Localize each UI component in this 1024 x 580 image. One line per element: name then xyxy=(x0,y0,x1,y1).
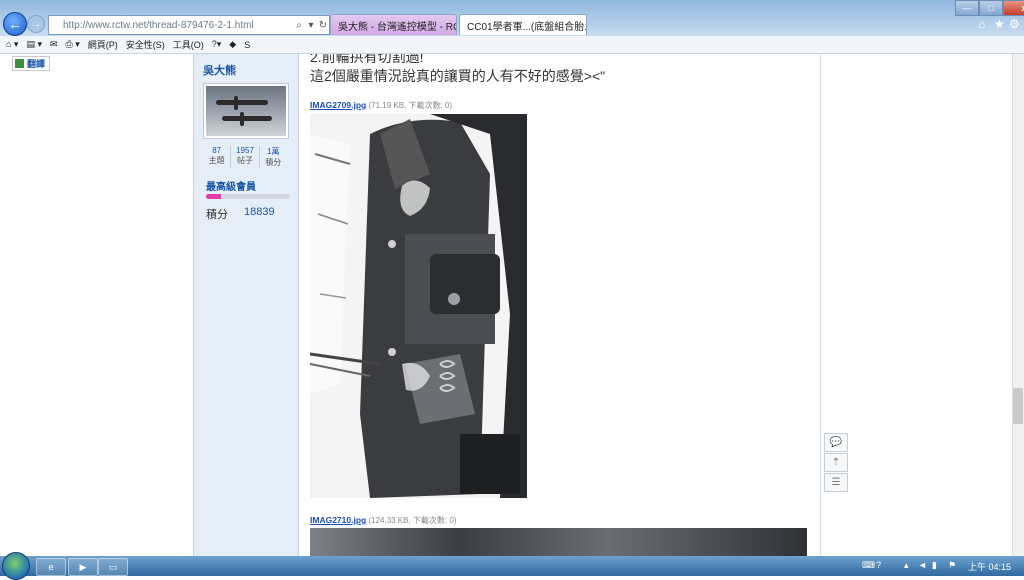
maximize-button[interactable]: □ xyxy=(979,0,1003,16)
rank-progress-bar xyxy=(206,194,290,199)
window-controls: — □ x xyxy=(955,0,1024,16)
forward-button[interactable]: → xyxy=(27,15,45,33)
points-value: 18839 xyxy=(244,206,275,218)
translate-button[interactable]: 翻譯 xyxy=(12,56,50,71)
avatar-plane-wing xyxy=(240,112,244,126)
stat-value: 87 xyxy=(212,146,222,155)
home-small-icon[interactable]: ⌂ ▾ xyxy=(6,39,18,50)
avatar-plane xyxy=(216,100,268,105)
avatar-plane-wing xyxy=(234,96,238,110)
page-menu[interactable]: 網頁(P) xyxy=(88,38,118,51)
attachment-photo-1[interactable] xyxy=(310,114,527,498)
skype-icon[interactable]: S xyxy=(244,40,250,50)
folder-icon: ▭ xyxy=(108,561,118,572)
back-button[interactable]: ← xyxy=(3,12,27,36)
stat-points[interactable]: 1萬 積分 xyxy=(260,146,287,168)
attachment-meta: (124.33 KB, 下載次數: 0) xyxy=(368,516,457,525)
user-stats: 87 主題 1957 帖子 1萬 積分 xyxy=(203,146,287,168)
tab-1[interactable]: 吳大熊 - 台灣遙控模型 - RC T... xyxy=(330,14,457,35)
tab-2-label: CC01學者軍...(底盤組合胎... xyxy=(467,21,587,33)
print-icon[interactable]: ⎙ ▾ xyxy=(66,39,80,50)
help-icon[interactable]: ?▾ xyxy=(212,39,222,50)
volume-icon[interactable]: ◄ xyxy=(918,560,927,570)
taskbar-explorer[interactable]: ▭ xyxy=(98,558,128,576)
stat-value: 1957 xyxy=(236,146,254,155)
dropdown-icon[interactable]: ▾ xyxy=(305,20,317,31)
comment-icon: 💬 xyxy=(829,437,843,448)
network-icon[interactable]: ▮ xyxy=(932,560,937,571)
arrow-left-icon: ← xyxy=(8,16,22,32)
refresh-icon[interactable]: ↻ xyxy=(317,20,329,31)
attachment-link[interactable]: IMAG2710.jpg xyxy=(310,515,366,525)
avatar-plane xyxy=(222,116,272,121)
action-center-icon[interactable]: ⚑ xyxy=(948,560,956,571)
search-icon[interactable]: ⌕ xyxy=(293,20,305,31)
clock[interactable]: 上午 04:15 xyxy=(968,560,1011,573)
list-float-button[interactable]: ☰ xyxy=(824,473,848,492)
translate-label: 翻譯 xyxy=(27,59,46,69)
stat-value: 1萬 xyxy=(267,147,280,156)
help-tray-icon[interactable]: ? xyxy=(876,560,881,570)
stat-topics[interactable]: 87 主題 xyxy=(203,146,232,168)
content-divider xyxy=(820,54,821,556)
attachment-1: IMAG2709.jpg (71.19 KB, 下載次數: 0) xyxy=(310,100,452,111)
username[interactable]: 吳大熊 xyxy=(203,62,236,78)
user-rank[interactable]: 最高級會員 xyxy=(206,178,256,193)
taskbar-media-player[interactable]: ▶ xyxy=(68,558,98,576)
ie-icon: e xyxy=(48,562,54,572)
stat-label: 積分 xyxy=(265,158,282,167)
star-icon[interactable]: ★ xyxy=(994,17,1005,31)
safety-menu[interactable]: 安全性(S) xyxy=(126,38,165,51)
stat-label: 主題 xyxy=(208,156,225,165)
address-bar[interactable]: http://www.rctw.net/thread-879476-2-1.ht… xyxy=(48,15,330,35)
taskbar-ie[interactable]: e xyxy=(36,558,66,576)
translate-icon xyxy=(15,59,24,68)
close-button[interactable]: x xyxy=(1003,0,1024,16)
avatar[interactable] xyxy=(204,84,288,138)
points-label: 積分 xyxy=(206,209,228,221)
mail-icon[interactable]: ✉ xyxy=(50,39,58,50)
attachment-photo-2[interactable] xyxy=(310,528,807,556)
tools-menu[interactable]: 工具(O) xyxy=(173,38,204,51)
media-player-icon: ▶ xyxy=(79,561,87,572)
gear-icon[interactable]: ⚙ xyxy=(1009,17,1020,31)
tab-1-label: 吳大熊 - 台灣遙控模型 - RC T... xyxy=(338,21,456,33)
reply-float-button[interactable]: 💬 xyxy=(824,433,848,452)
arrow-right-icon: → xyxy=(30,18,42,30)
tab-2-active[interactable]: CC01學者軍...(底盤組合胎... ✕ xyxy=(459,14,587,35)
stat-posts[interactable]: 1957 帖子 xyxy=(231,146,260,168)
rc-chassis-photo xyxy=(310,114,527,498)
home-icon[interactable]: ⌂ xyxy=(978,17,985,31)
back-to-top-button[interactable]: ⇡ xyxy=(824,453,848,472)
stat-label: 帖子 xyxy=(236,156,253,165)
minimize-button[interactable]: — xyxy=(955,0,979,16)
addon-icon[interactable]: ◆ xyxy=(229,39,236,50)
address-url[interactable]: http://www.rctw.net/thread-879476-2-1.ht… xyxy=(49,20,293,31)
attachment-link[interactable]: IMAG2709.jpg xyxy=(310,100,366,110)
list-icon: ☰ xyxy=(831,477,841,488)
keyboard-icon[interactable]: ⌨ xyxy=(862,560,875,571)
post-body: 2.前輪拱有切割過! 這2個嚴重情況說真的讓買的人有不好的感覺><" xyxy=(310,54,605,86)
attachment-meta: (71.19 KB, 下載次數: 0) xyxy=(368,101,453,110)
attachment-2: IMAG2710.jpg (124.33 KB, 下載次數: 0) xyxy=(310,515,456,526)
feeds-icon[interactable]: ▤ ▾ xyxy=(26,39,42,50)
to-top-icon: ⇡ xyxy=(831,457,841,468)
tray-arrow-icon[interactable]: ▴ xyxy=(904,560,909,571)
command-bar: ⌂ ▾ ▤ ▾ ✉ ⎙ ▾ 網頁(P) 安全性(S) 工具(O) ?▾ ◆ S xyxy=(0,36,1024,54)
post-line-2: 這2個嚴重情況說真的讓買的人有不好的感覺><" xyxy=(310,68,606,84)
rank-progress-fill xyxy=(206,194,222,199)
page-scrollbar[interactable] xyxy=(1012,54,1024,556)
post-line-1: 2.前輪拱有切割過! xyxy=(310,54,424,65)
scrollbar-thumb[interactable] xyxy=(1013,388,1023,424)
